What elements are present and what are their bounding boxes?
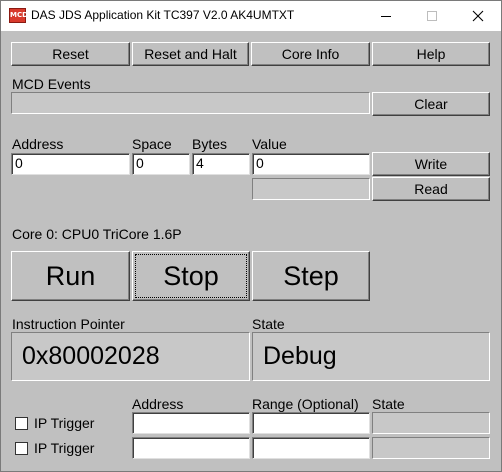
instruction-pointer-label: Instruction Pointer (12, 316, 125, 332)
ip-trigger-address-input-1[interactable] (132, 412, 250, 434)
address-label: Address (12, 136, 64, 152)
clear-button[interactable]: Clear (372, 92, 490, 116)
value-input[interactable]: 0 (252, 153, 370, 175)
read-result-field (252, 178, 370, 200)
maximize-icon (427, 11, 437, 21)
title-bar[interactable]: MCD DAS JDS Application Kit TC397 V2.0 A… (1, 1, 501, 31)
ip-trigger-state-1 (372, 412, 490, 434)
mcd-events-field (11, 92, 370, 114)
close-button[interactable] (455, 1, 501, 31)
bytes-label: Bytes (192, 136, 228, 152)
write-button[interactable]: Write (372, 152, 490, 176)
minimize-button[interactable] (363, 1, 409, 31)
mcd-events-label: MCD Events (12, 76, 91, 92)
reset-and-halt-button[interactable]: Reset and Halt (132, 42, 249, 66)
space-input[interactable]: 0 (132, 153, 190, 175)
trigger-address-header: Address (132, 396, 184, 412)
run-button[interactable]: Run (11, 251, 130, 301)
mcd-app-icon: MCD (9, 8, 28, 23)
trigger-state-header: State (372, 396, 405, 412)
ip-trigger-range-input-2[interactable] (252, 437, 370, 459)
ip-trigger-address-input-2[interactable] (132, 437, 250, 459)
ip-trigger-range-input-1[interactable] (252, 412, 370, 434)
step-button[interactable]: Step (252, 251, 370, 301)
close-icon (472, 10, 484, 22)
minimize-icon (381, 16, 391, 17)
space-label: Space (132, 136, 172, 152)
address-input[interactable]: 0 (11, 153, 130, 175)
maximize-button[interactable] (409, 1, 455, 31)
ip-trigger-checkbox-1[interactable] (15, 417, 28, 430)
core-label: Core 0: CPU0 TriCore 1.6P (12, 226, 182, 242)
value-label: Value (252, 136, 287, 152)
ip-trigger-state-2 (372, 437, 490, 459)
bytes-input[interactable]: 4 (192, 153, 250, 175)
state-label: State (252, 316, 285, 332)
help-button[interactable]: Help (372, 42, 490, 66)
trigger-range-header: Range (Optional) (252, 396, 359, 412)
reset-button[interactable]: Reset (11, 42, 130, 66)
core-info-button[interactable]: Core Info (251, 42, 370, 66)
stop-button[interactable]: Stop (132, 251, 250, 301)
ip-trigger-checkbox-2[interactable] (15, 442, 28, 455)
read-button[interactable]: Read (372, 177, 490, 201)
state-value: Debug (252, 332, 490, 381)
main-window: MCD DAS JDS Application Kit TC397 V2.0 A… (0, 0, 502, 472)
ip-trigger-label-1: IP Trigger (34, 415, 95, 431)
instruction-pointer-value: 0x80002028 (11, 332, 250, 381)
window-title: DAS JDS Application Kit TC397 V2.0 AK4UM… (31, 8, 295, 22)
ip-trigger-label-2: IP Trigger (34, 440, 95, 456)
